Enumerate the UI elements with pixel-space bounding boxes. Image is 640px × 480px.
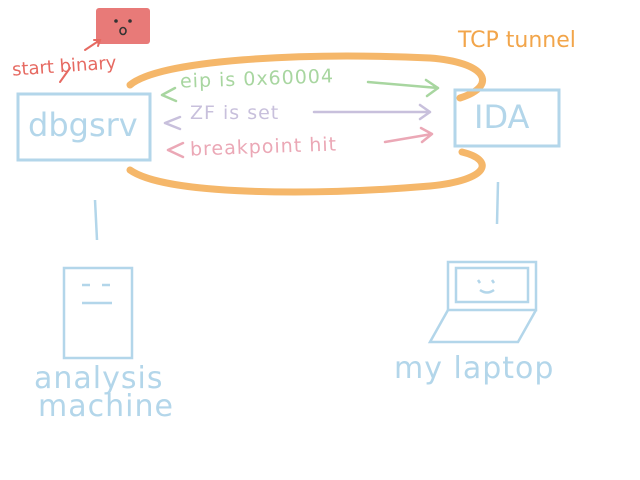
diagram-canvas: TCP tunnel start binary dbgsrv IDA eip i… — [0, 0, 640, 480]
breakpoint-message-label: breakpoint hit — [189, 133, 338, 161]
dbgsrv-label: dbgsrv — [28, 106, 138, 144]
zf-message-label: ZF is set — [190, 102, 280, 124]
ida-connector — [495, 181, 500, 225]
server-icon — [62, 266, 134, 360]
my-laptop-label: my laptop — [394, 351, 555, 386]
analysis-machine-label-line2: machine — [38, 389, 174, 424]
eip-message-label: eip is 0x60004 — [179, 65, 335, 93]
laptop-icon — [427, 260, 538, 344]
red-box-face-icon — [96, 8, 150, 44]
tcp-tunnel-label: TCP tunnel — [458, 28, 576, 53]
dbgsrv-connector — [93, 199, 99, 241]
ida-label: IDA — [474, 98, 530, 136]
